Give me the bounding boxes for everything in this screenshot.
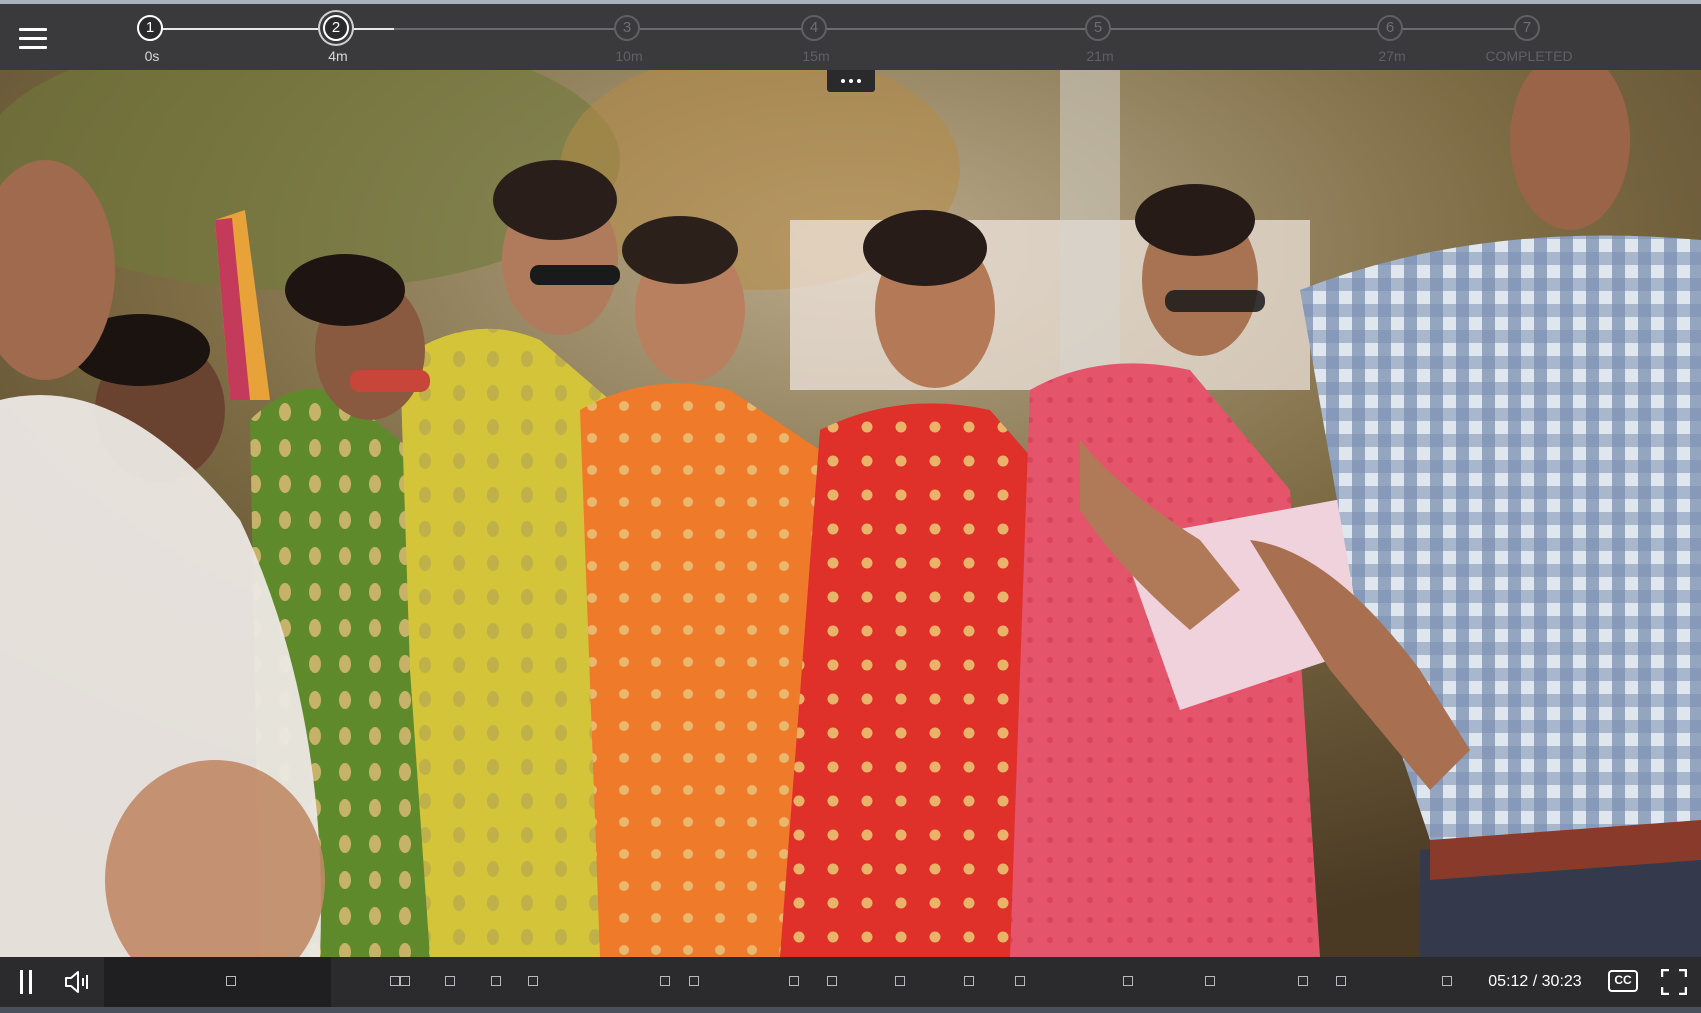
chapter-marker[interactable]: [226, 976, 236, 986]
milestone-number: 6: [1377, 15, 1403, 41]
time-display: 05:12 / 30:23: [1488, 973, 1582, 990]
chapter-marker[interactable]: [1442, 976, 1452, 986]
pause-icon[interactable]: [18, 970, 36, 994]
milestone-number: 4: [801, 15, 827, 41]
video-frame-image: [0, 70, 1701, 957]
milestone-number: 5: [1085, 15, 1111, 41]
more-options-button[interactable]: [827, 70, 875, 92]
video-frame[interactable]: [0, 70, 1701, 957]
milestone-number: 3: [614, 15, 640, 41]
milestone-number: 7: [1514, 15, 1540, 41]
milestone-6[interactable]: 6 27m: [1352, 4, 1432, 70]
milestone-label: 0s: [144, 48, 160, 64]
chapter-marker[interactable]: [789, 976, 799, 986]
chapter-marker[interactable]: [964, 976, 974, 986]
milestone-number: 1: [137, 15, 163, 41]
chapter-marker[interactable]: [1298, 976, 1308, 986]
seek-bar-played: [104, 957, 331, 1007]
milestone-label: 27m: [1378, 48, 1406, 64]
chapter-marker[interactable]: [528, 976, 538, 986]
chapter-marker[interactable]: [445, 976, 455, 986]
chapter-marker[interactable]: [1015, 976, 1025, 986]
more-horizontal-icon: [841, 79, 845, 83]
window-bottom-edge: [0, 1007, 1701, 1013]
milestone-4[interactable]: 4 15m: [776, 4, 856, 70]
milestone-label: 21m: [1086, 48, 1114, 64]
closed-captions-button[interactable]: CC: [1608, 970, 1638, 992]
milestone-number: 2: [323, 15, 349, 41]
chapter-marker[interactable]: [895, 976, 905, 986]
chapter-marker[interactable]: [689, 976, 699, 986]
milestone-label: 10m: [615, 48, 643, 64]
chapter-marker[interactable]: [491, 976, 501, 986]
more-dot: [857, 79, 861, 83]
chapter-marker[interactable]: [1123, 976, 1133, 986]
chapter-marker[interactable]: [400, 976, 410, 986]
chapter-marker[interactable]: [390, 976, 400, 986]
video-player: 1 0s 2 4m 3 10m 4 15m 5 21m 6 27m 7 COMP…: [0, 0, 1701, 1013]
fullscreen-icon[interactable]: [1660, 968, 1688, 996]
chapter-marker[interactable]: [660, 976, 670, 986]
milestone-2[interactable]: 2 4m: [298, 4, 378, 70]
milestone-label: 15m: [802, 48, 830, 64]
fullscreen-icon-glyph: [1660, 968, 1688, 996]
milestone-1[interactable]: 1 0s: [112, 4, 192, 70]
milestone-3[interactable]: 3 10m: [589, 4, 669, 70]
milestone-label: 4m: [328, 48, 348, 64]
seek-bar[interactable]: [104, 957, 1452, 1007]
chapter-marker[interactable]: [1205, 976, 1215, 986]
top-bar: 1 0s 2 4m 3 10m 4 15m 5 21m 6 27m 7 COMP…: [0, 0, 1701, 70]
more-dot: [849, 79, 853, 83]
volume-icon[interactable]: [64, 969, 94, 995]
chapter-marker[interactable]: [827, 976, 837, 986]
milestone-7[interactable]: 7 COMPLETED: [1485, 4, 1573, 70]
chapter-marker[interactable]: [1336, 976, 1346, 986]
control-bar: 05:12 / 30:23 CC: [0, 957, 1701, 1007]
milestone-label: COMPLETED: [1485, 48, 1573, 64]
chapter-timeline: 1 0s 2 4m 3 10m 4 15m 5 21m 6 27m 7 COMP…: [0, 4, 1701, 74]
milestone-5[interactable]: 5 21m: [1060, 4, 1140, 70]
volume-icon-glyph: [65, 971, 88, 993]
